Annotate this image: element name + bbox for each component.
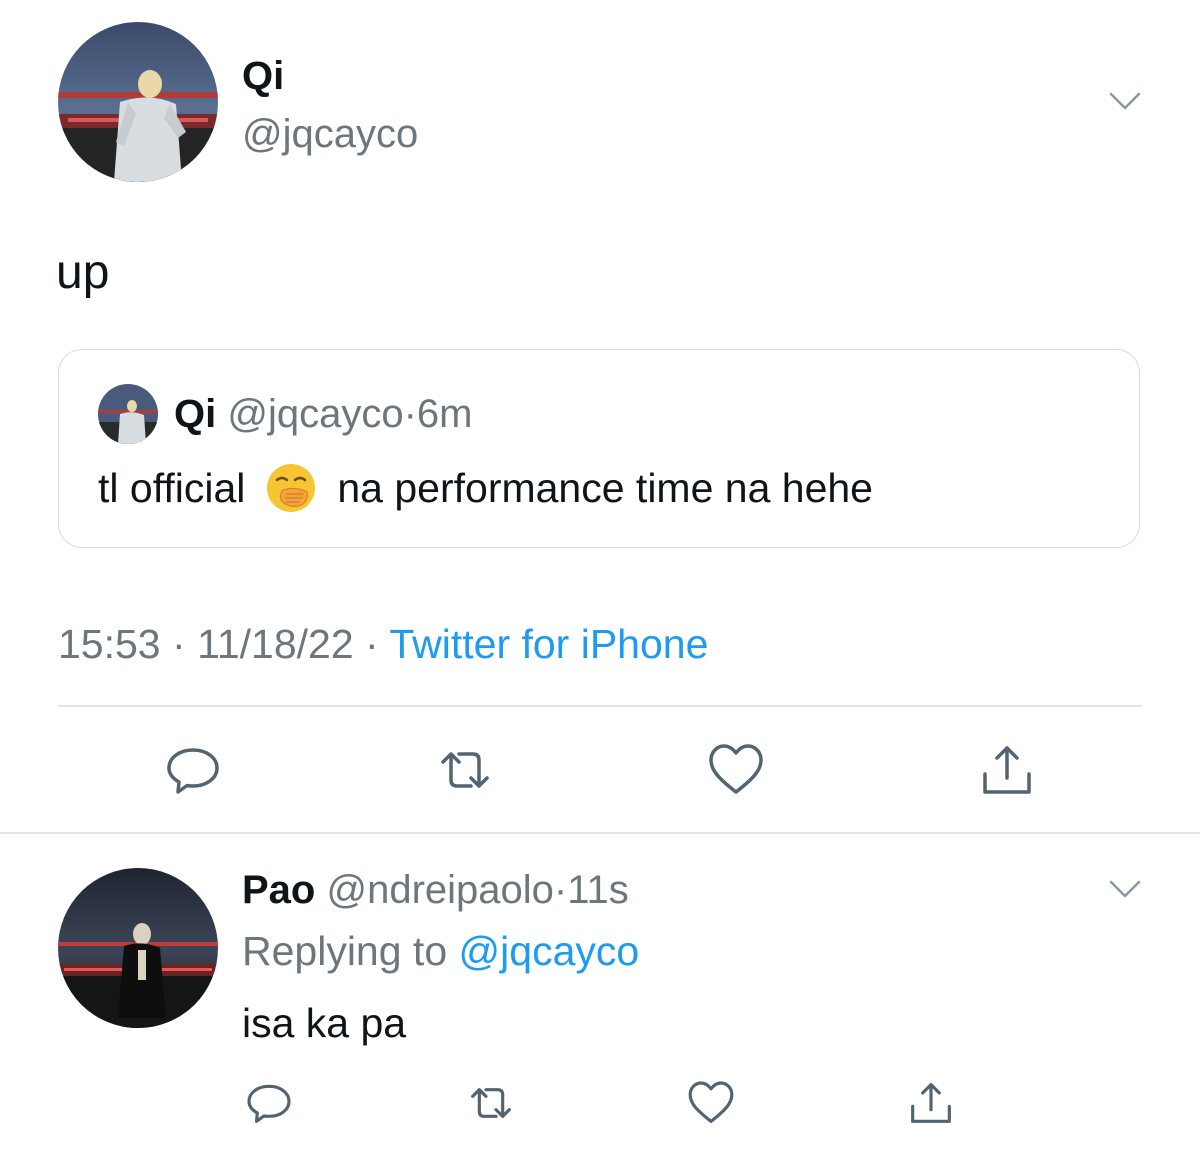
reply-tweet-time: 11s xyxy=(567,868,629,912)
reply-author-name[interactable]: Pao xyxy=(242,868,315,912)
author-avatar[interactable] xyxy=(58,22,218,182)
quoted-text-before: tl official xyxy=(98,465,246,511)
retweet-icon[interactable] xyxy=(435,740,495,800)
separator-dot: · xyxy=(172,621,186,667)
chevron-down-icon[interactable] xyxy=(1108,90,1142,112)
retweet-icon[interactable] xyxy=(466,1078,516,1128)
reply-tweet-text: isa ka pa xyxy=(242,1000,407,1046)
quoted-author-handle: @jqcayco xyxy=(227,392,404,436)
avatar-image xyxy=(58,22,218,182)
quoted-text-after: na performance time na hehe xyxy=(337,465,873,511)
tweet-source-link[interactable]: Twitter for iPhone xyxy=(389,621,708,667)
reply-author-avatar[interactable] xyxy=(58,868,218,1028)
divider xyxy=(58,705,1142,707)
face-with-hand-over-mouth-emoji xyxy=(265,462,317,514)
replying-to-line: Replying to @jqcayco xyxy=(242,926,639,976)
heart-icon[interactable] xyxy=(706,740,766,800)
tweet-metadata: 15:53 · 11/18/22 · Twitter for iPhone xyxy=(58,618,708,670)
quoted-author-name: Qi xyxy=(174,392,217,436)
reply-author-handle[interactable]: @ndreipaolo xyxy=(326,868,553,912)
quoted-tweet-header: Qi @jqcayco·6m xyxy=(174,390,473,438)
quoted-tweet-time: 6m xyxy=(416,392,473,436)
chevron-down-icon[interactable] xyxy=(1108,878,1142,900)
divider xyxy=(0,832,1200,834)
author-display-name[interactable]: Qi xyxy=(242,52,284,100)
replying-to-handle[interactable]: @jqcayco xyxy=(459,928,640,974)
quoted-tweet-card[interactable] xyxy=(58,349,1140,548)
separator-dot: · xyxy=(553,868,568,912)
tweet-time: 15:53 xyxy=(58,621,161,667)
reply-icon[interactable] xyxy=(244,1078,294,1128)
tweet-date: 11/18/22 xyxy=(197,621,354,667)
separator-dot: · xyxy=(403,392,417,436)
tweet-text: up xyxy=(56,246,110,299)
separator-dot: · xyxy=(365,621,379,667)
replying-to-label: Replying to xyxy=(242,928,448,974)
author-handle[interactable]: @jqcayco xyxy=(242,110,418,158)
share-icon[interactable] xyxy=(977,740,1037,800)
quoted-author-avatar xyxy=(98,384,158,444)
quoted-tweet-text: tl official na performance time na hehe xyxy=(98,462,873,514)
share-icon[interactable] xyxy=(906,1078,956,1128)
heart-icon[interactable] xyxy=(686,1078,736,1128)
reply-icon[interactable] xyxy=(163,740,223,800)
reply-tweet-header: Pao @ndreipaolo·11s xyxy=(242,866,629,914)
